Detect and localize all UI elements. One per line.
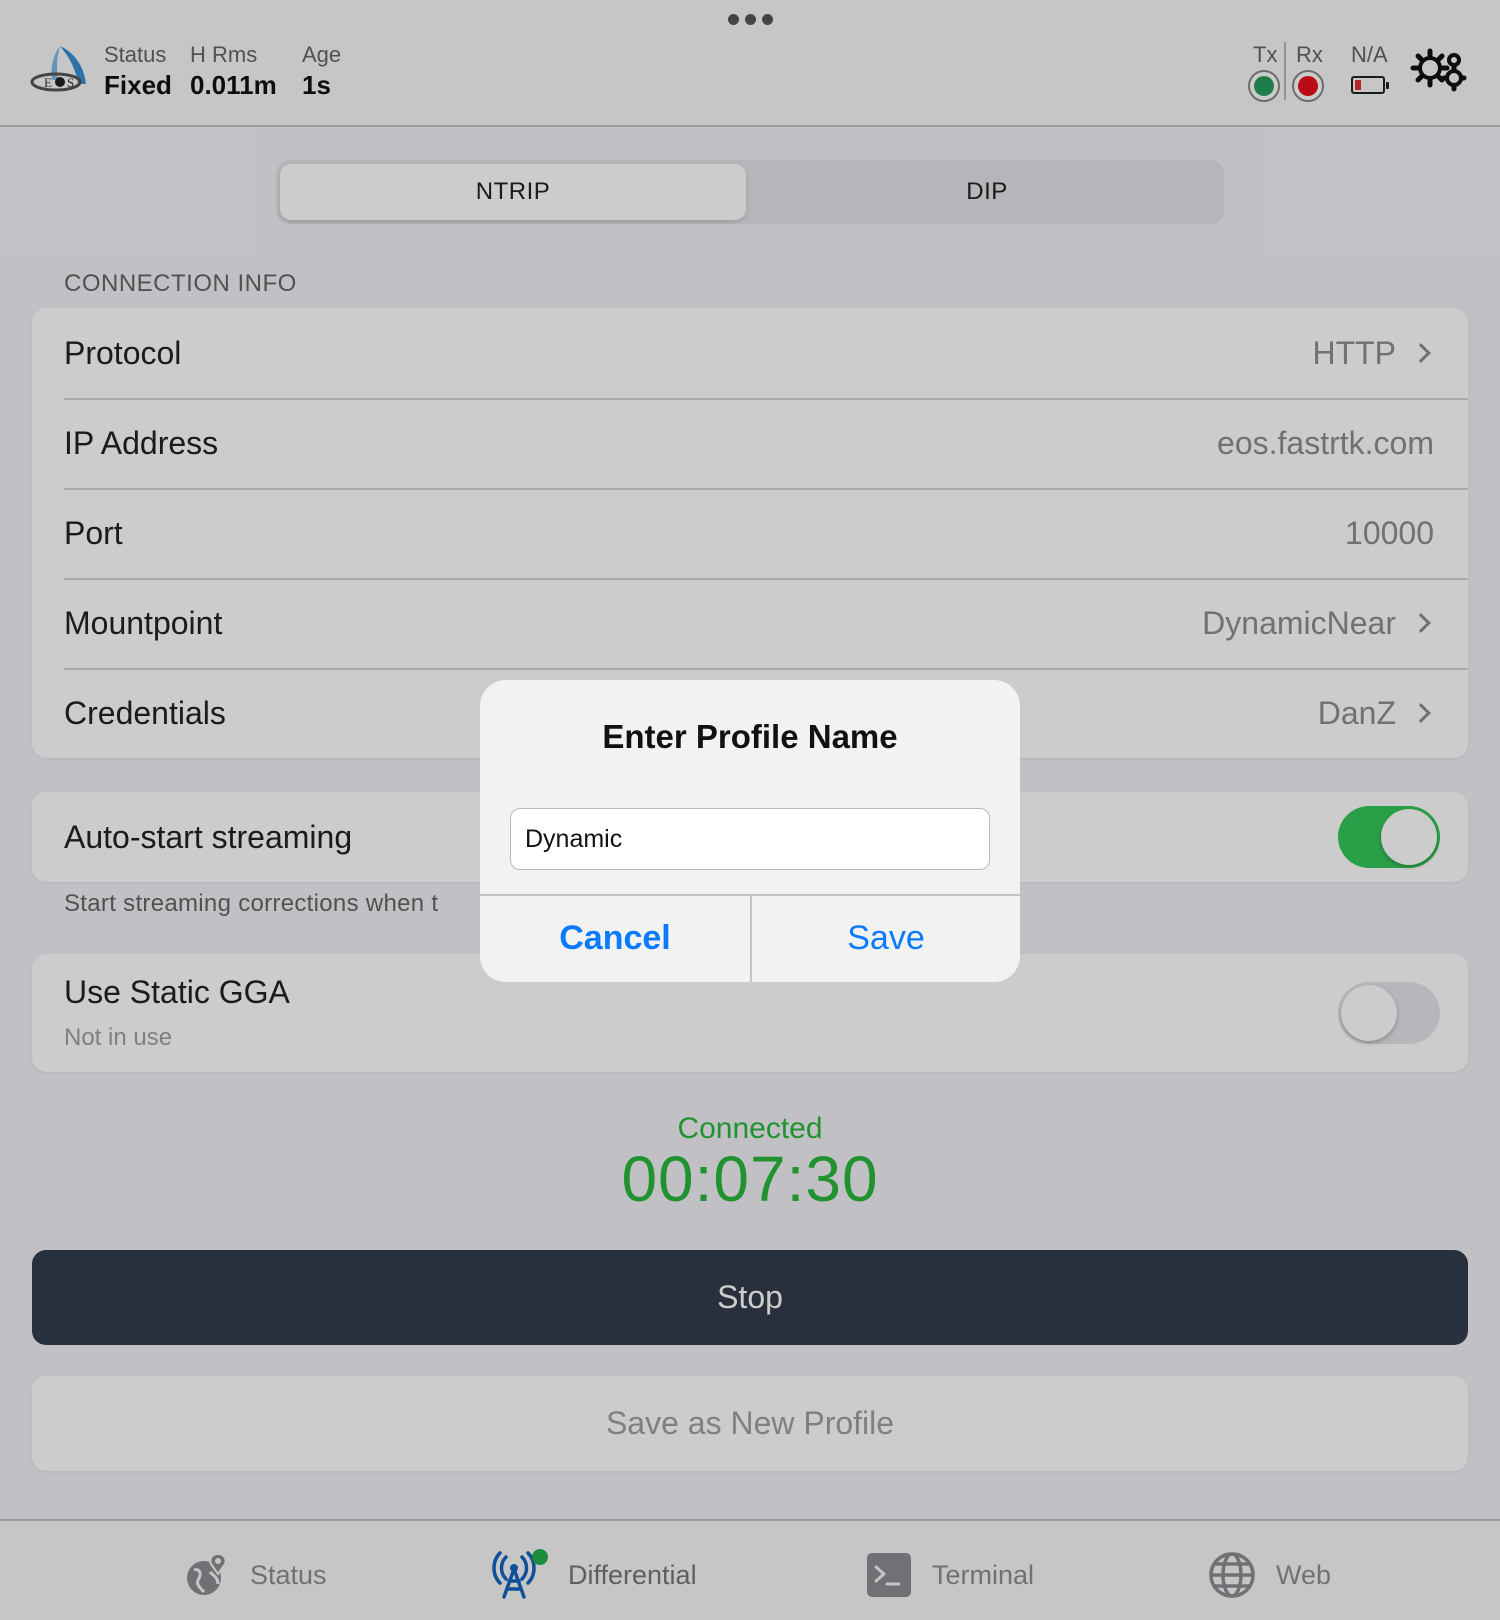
dialog-title: Enter Profile Name (602, 718, 898, 755)
profile-name-input[interactable] (510, 808, 990, 870)
profile-name-dialog: Enter Profile Name Cancel Save (480, 680, 1020, 982)
save-button[interactable]: Save (751, 894, 1020, 982)
cancel-button[interactable]: Cancel (480, 894, 750, 982)
